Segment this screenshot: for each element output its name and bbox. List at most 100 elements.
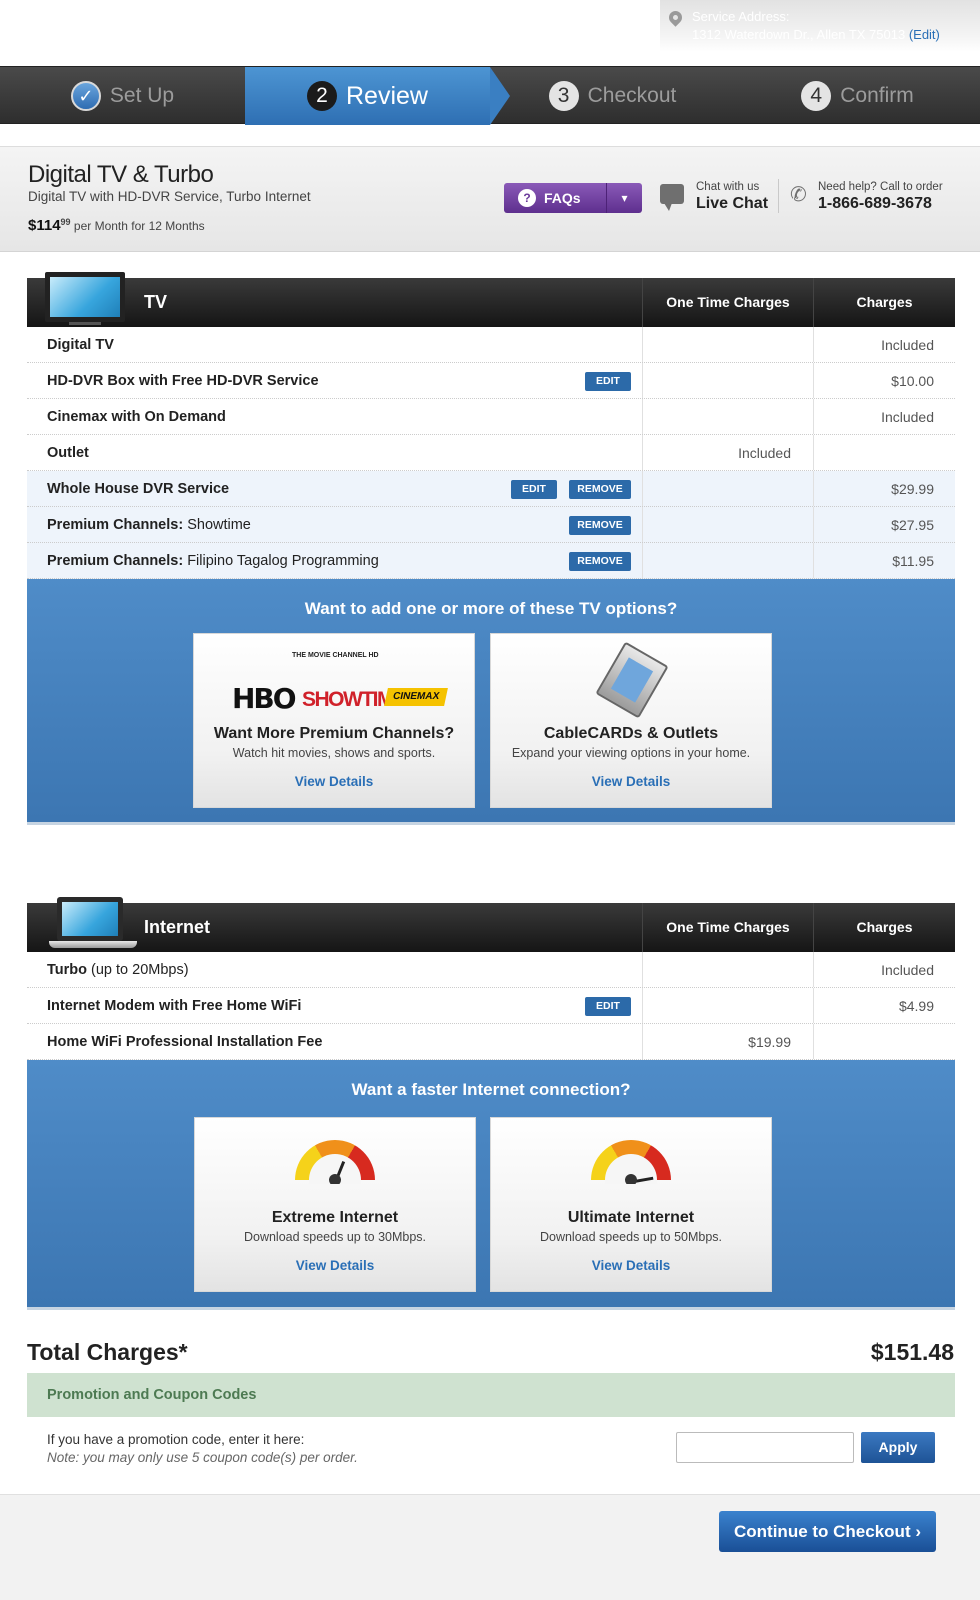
- chevron-down-icon[interactable]: ▾: [606, 183, 642, 213]
- remove-button[interactable]: REMOVE: [569, 516, 631, 535]
- section-title: Internet: [144, 917, 211, 937]
- total-charges-value: $151.48: [870, 1339, 954, 1365]
- internet-section-header: Internet One Time Charges Charges: [27, 897, 955, 952]
- edit-button[interactable]: EDIT: [585, 997, 631, 1016]
- cablecard-icon: [595, 641, 669, 719]
- continue-to-checkout-button[interactable]: Continue to Checkout ›: [719, 1511, 936, 1552]
- phone-contact: ✆ Need help? Call to order 1-866-689-367…: [790, 181, 943, 213]
- one-time-charge: [642, 471, 813, 506]
- charge: $11.95: [813, 543, 955, 578]
- location-pin-icon: [666, 8, 685, 27]
- item-name: Internet Modem with Free Home WiFi: [47, 998, 302, 1014]
- item-name: Premium Channels:: [47, 553, 184, 569]
- phone-small-label: Need help? Call to order: [818, 181, 943, 193]
- charge: $29.99: [813, 471, 955, 506]
- service-address-value: 1312 Waterdown Dr., Allen TX 75013: [692, 27, 906, 42]
- one-time-charge: [642, 543, 813, 578]
- price-main: $114: [28, 217, 61, 234]
- edit-button[interactable]: EDIT: [585, 372, 631, 391]
- card-title: Ultimate Internet: [567, 1209, 695, 1226]
- item-name: Whole House DVR Service: [47, 481, 230, 497]
- step-number: 4: [801, 81, 832, 111]
- total-charges-label: Total Charges*: [27, 1339, 188, 1365]
- card-description: Download speeds up to 30Mbps.: [243, 1230, 427, 1244]
- package-summary: Digital TV & Turbo Digital TV with HD-DV…: [0, 146, 980, 252]
- cablecards-card[interactable]: CableCARDs & Outlets Expand your viewing…: [490, 633, 772, 808]
- chat-bubble-icon: [660, 184, 684, 211]
- promo-instructions: If you have a promotion code, enter it h…: [47, 1431, 358, 1467]
- step-label: Set Up: [109, 84, 175, 107]
- one-time-charge: [642, 507, 813, 542]
- view-details-link[interactable]: View Details: [491, 774, 771, 789]
- view-details-link[interactable]: View Details: [195, 1258, 475, 1273]
- card-description: Expand your viewing options in your home…: [511, 746, 751, 760]
- package-title: Digital TV & Turbo: [28, 161, 214, 188]
- step-checkout[interactable]: 3 Checkout: [490, 67, 735, 125]
- premium-channels-card[interactable]: THE MOVIE CHANNEL HD HBO SHOWTIME CINEMA…: [193, 633, 475, 808]
- live-chat-link[interactable]: Chat with us Live Chat: [660, 181, 768, 213]
- tv-section-header: TV One Time Charges Charges: [27, 272, 955, 327]
- cinemax-logo: CINEMAX: [384, 688, 448, 706]
- charge: Included: [813, 327, 955, 362]
- service-address-edit-link[interactable]: (Edit): [909, 27, 940, 42]
- promo-note: Note: you may only use 5 coupon code(s) …: [47, 1450, 358, 1465]
- chat-big-label: Live Chat: [696, 195, 769, 212]
- table-row: Digital TV Included: [27, 327, 955, 363]
- package-price: $11499 per Month for 12 Months: [28, 217, 205, 234]
- item-name: Cinemax with On Demand: [47, 409, 226, 425]
- table-row: Outlet Included: [27, 435, 955, 471]
- hbo-logo: HBO: [232, 682, 297, 715]
- step-set-up[interactable]: ✓ Set Up: [0, 67, 245, 125]
- card-title: CableCARDs & Outlets: [543, 725, 719, 742]
- item-detail: (up to 20Mbps): [91, 962, 189, 978]
- price-cents: 99: [60, 217, 71, 227]
- remove-button[interactable]: REMOVE: [569, 480, 631, 499]
- promo-code-input[interactable]: [676, 1432, 854, 1463]
- one-time-charge: [642, 363, 813, 398]
- table-row: Cinemax with On Demand Included: [27, 399, 955, 435]
- question-icon: ?: [518, 189, 536, 207]
- faqs-label: FAQs: [544, 190, 581, 206]
- ultimate-internet-card[interactable]: Ultimate Internet Download speeds up to …: [490, 1117, 772, 1292]
- col-one-time-charges: One Time Charges: [642, 278, 813, 327]
- view-details-link[interactable]: View Details: [491, 1258, 771, 1273]
- divider: [778, 179, 779, 213]
- extreme-internet-card[interactable]: Extreme Internet Download speeds up to 3…: [194, 1117, 476, 1292]
- item-name: HD-DVR Box with Free HD-DVR Service: [47, 373, 319, 389]
- card-title: Extreme Internet: [271, 1209, 399, 1226]
- card-title: Want More Premium Channels?: [213, 725, 455, 742]
- speedometer-icon: [295, 1140, 375, 1184]
- step-label: Checkout: [587, 84, 677, 107]
- table-row: Turbo (up to 20Mbps) Included: [27, 952, 955, 988]
- faqs-button[interactable]: ? FAQs ▾: [504, 183, 642, 213]
- step-number: 2: [307, 81, 337, 111]
- upsell-heading: Want a faster Internet connection?: [351, 1080, 631, 1099]
- phone-number: 1-866-689-3678: [818, 195, 932, 212]
- checkmark-icon: ✓: [70, 81, 101, 111]
- item-name: Digital TV: [47, 337, 114, 353]
- apply-button[interactable]: Apply: [861, 1432, 935, 1463]
- step-confirm[interactable]: 4 Confirm: [735, 67, 980, 125]
- table-row: HD-DVR Box with Free HD-DVR Service EDIT…: [27, 363, 955, 399]
- one-time-charge: Included: [642, 435, 813, 470]
- remove-button[interactable]: REMOVE: [569, 552, 631, 571]
- col-charges: Charges: [813, 903, 955, 952]
- view-details-link[interactable]: View Details: [194, 774, 474, 789]
- charge: $4.99: [813, 988, 955, 1023]
- tmc-logo: THE MOVIE CHANNEL HD: [292, 652, 379, 659]
- one-time-charge: $19.99: [642, 1024, 813, 1059]
- phone-icon: ✆: [790, 184, 807, 206]
- step-number: 3: [548, 81, 579, 111]
- package-subtitle: Digital TV with HD-DVR Service, Turbo In…: [28, 189, 311, 204]
- col-one-time-charges: One Time Charges: [642, 903, 813, 952]
- item-name: Home WiFi Professional Installation Fee: [47, 1034, 323, 1050]
- checkout-steps: ✓ Set Up 2 Review 3 Checkout 4 Confirm: [0, 66, 980, 125]
- service-address: Service Address: 1312 Waterdown Dr., All…: [660, 0, 980, 52]
- section-title: TV: [144, 292, 168, 312]
- tv-icon: [45, 272, 125, 325]
- edit-button[interactable]: EDIT: [511, 480, 557, 499]
- table-row: Internet Modem with Free Home WiFi EDIT …: [27, 988, 955, 1024]
- tv-upsell-panel: Want to add one or more of these TV opti…: [27, 579, 955, 825]
- step-review[interactable]: 2 Review: [245, 67, 510, 125]
- table-row: Home WiFi Professional Installation Fee …: [27, 1024, 955, 1060]
